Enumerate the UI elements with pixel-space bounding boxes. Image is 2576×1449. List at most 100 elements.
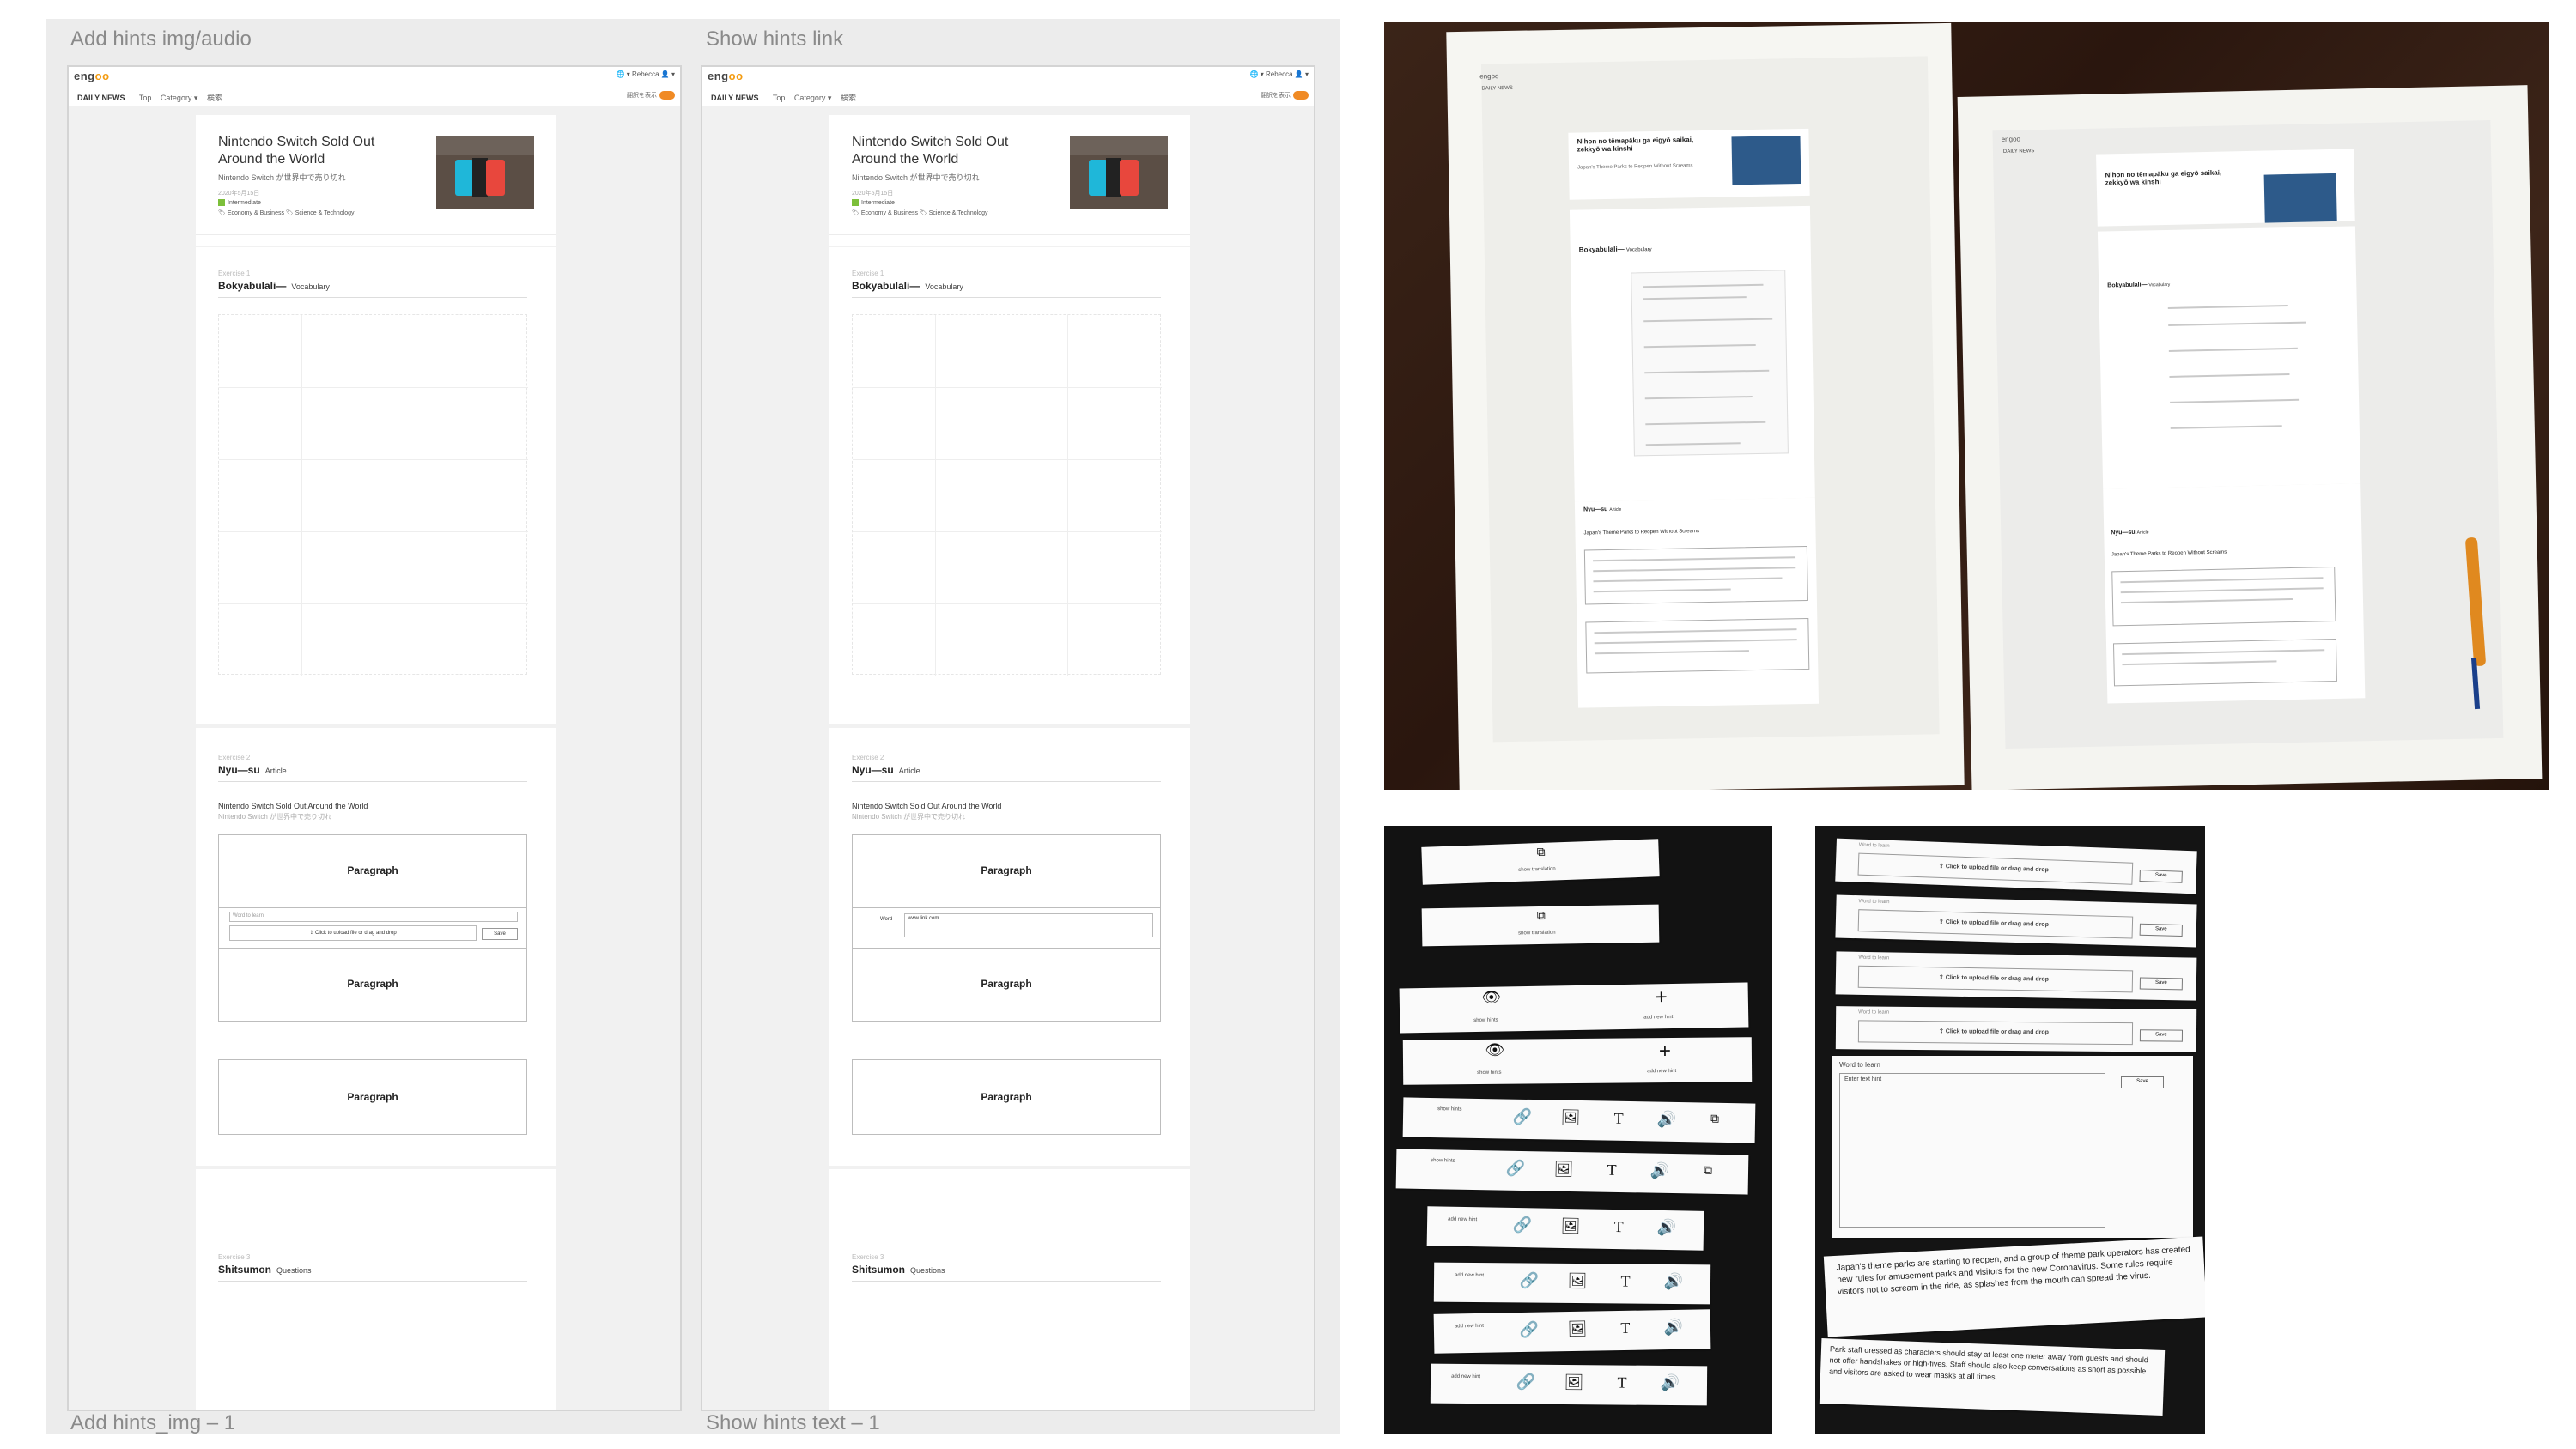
- text-icon: T: [1607, 1161, 1617, 1179]
- paragraph-block[interactable]: Paragraph: [218, 948, 527, 1022]
- exercise-label: Exercise 1: [218, 270, 251, 277]
- audio-icon: 🔊: [1663, 1272, 1684, 1291]
- user-menu[interactable]: 🌐 ▾ Rebecca 👤 ▾: [617, 70, 675, 78]
- frame-add-hints[interactable]: engoo 🌐 ▾ Rebecca 👤 ▾ DAILY NEWS Top Cat…: [67, 65, 682, 1411]
- strip-upload: Word to learn ⇪ Click to upload file or …: [1835, 951, 2197, 1001]
- paper-news-head: Nyu—su Article: [2111, 529, 2149, 537]
- frame-show-hints[interactable]: engoo 🌐 ▾ Rebecca 👤 ▾ DAILY NEWS Top Cat…: [701, 65, 1315, 1411]
- site-header: engoo 🌐 ▾ Rebecca 👤 ▾ DAILY NEWS Top Cat…: [702, 67, 1314, 106]
- article-column: Nintendo Switch Sold Out Around the Worl…: [829, 115, 1190, 1410]
- image-icon: 🖼: [1553, 1160, 1574, 1179]
- frame-footer: Add hints_img – 1: [70, 1411, 236, 1434]
- article-title: Nintendo Switch Sold Out Around the Worl…: [218, 135, 375, 167]
- divider: [218, 781, 527, 782]
- text-icon: T: [1613, 1217, 1624, 1236]
- strip-text-hint: Word to learn Enter text hint Save: [1832, 1056, 2193, 1238]
- translation-toggle[interactable]: 翻訳を表示: [1261, 91, 1309, 100]
- article-tags[interactable]: 🏷 Economy & Business 🏷 Science & Technol…: [852, 209, 988, 216]
- news-headline: Nintendo Switch Sold Out Around the Worl…: [852, 802, 1002, 810]
- paper-vocab-head: Bokyabulali— Vocabulary: [1578, 245, 1652, 254]
- save-button[interactable]: Save: [482, 928, 518, 940]
- upload-dropzone[interactable]: ⇪ Click to upload file or drag and drop: [229, 925, 477, 941]
- article-subtitle: Nintendo Switch が世界中で売り切れ: [218, 173, 346, 182]
- exercise-label: Exercise 2: [852, 754, 884, 761]
- strip-show-add-hints: 👁 show hints + add new hint: [1402, 1037, 1753, 1085]
- image-icon: 🖼: [1567, 1271, 1588, 1290]
- strip-upload: Word to learn ⇪ Click to upload file or …: [1835, 1006, 2197, 1052]
- level-badge: Intermediate: [852, 199, 895, 206]
- divider: [852, 297, 1161, 298]
- link-input[interactable]: www.link.com: [904, 913, 1153, 937]
- translation-toggle[interactable]: 翻訳を表示: [627, 91, 675, 100]
- strip-show-translation: ⧉ show translation: [1421, 904, 1660, 947]
- main-nav: DAILY NEWS Top Category ▾ 検索: [77, 92, 229, 103]
- text-icon: T: [1613, 1109, 1624, 1127]
- strip-upload: Word to learn ⇪ Click to upload file or …: [1835, 838, 2197, 894]
- article-header: Nintendo Switch Sold Out Around the Worl…: [196, 115, 556, 235]
- strip-show-translation: ⧉ show translation: [1421, 839, 1660, 885]
- site-logo[interactable]: engoo: [74, 70, 110, 82]
- paragraph-block[interactable]: Paragraph: [218, 1059, 527, 1135]
- paragraph-block[interactable]: Paragraph: [852, 1059, 1161, 1135]
- article-header: Nintendo Switch Sold Out Around the Worl…: [829, 115, 1190, 235]
- user-menu[interactable]: 🌐 ▾ Rebecca 👤 ▾: [1250, 70, 1309, 78]
- paper-title: Nihon no tēmapāku ga eigyō saikai, zekky…: [1577, 136, 1694, 154]
- toggle-switch[interactable]: [659, 91, 675, 100]
- frame-title: Show hints link: [706, 27, 844, 51]
- save-button: Save: [2139, 977, 2183, 991]
- link-icon: 🔗: [1512, 1107, 1533, 1126]
- exercise-label: Exercise 3: [218, 1253, 251, 1261]
- exercise-heading: Shitsumon Questions: [218, 1264, 312, 1276]
- news-headline-jp: Nintendo Switch が世界中で売り切れ: [218, 813, 332, 821]
- link-icon: 🔗: [1516, 1373, 1536, 1391]
- article-tags[interactable]: 🏷 Economy & Business 🏷 Science & Technol…: [218, 209, 355, 216]
- main-nav: DAILY NEWS Top Category ▾ 検索: [711, 92, 863, 103]
- nav-item-search[interactable]: 検索: [841, 94, 856, 102]
- audio-icon: 🔊: [1656, 1218, 1677, 1237]
- article-thumbnail: [436, 136, 534, 209]
- exercise-label: Exercise 3: [852, 1253, 884, 1261]
- nav-item-top[interactable]: Top: [773, 94, 786, 102]
- level-icon: [218, 199, 225, 206]
- paragraph-block[interactable]: Paragraph: [218, 834, 527, 908]
- exercise-heading: Nyu—su Article: [852, 764, 920, 776]
- article-subtitle: Nintendo Switch が世界中で売り切れ: [852, 173, 980, 182]
- article-date: 2020年5月15日: [218, 191, 260, 197]
- save-button: Save: [2139, 1029, 2184, 1042]
- upload-icon: ⇪: [1938, 974, 1946, 981]
- image-icon: 🖼: [1564, 1373, 1584, 1391]
- save-button: Save: [2139, 923, 2183, 937]
- paper-nav: DAILY NEWS: [2002, 149, 2035, 155]
- audio-icon: 🔊: [1663, 1318, 1684, 1337]
- nav-item-top[interactable]: Top: [139, 94, 152, 102]
- strip-hint-types: show hints 🔗 🖼 T 🔊 ⧉: [1395, 1149, 1749, 1195]
- site-logo[interactable]: engoo: [708, 70, 744, 82]
- nav-brand[interactable]: DAILY NEWS: [711, 94, 759, 102]
- link-icon: 🔗: [1519, 1320, 1540, 1339]
- divider: [218, 1281, 527, 1282]
- word-input[interactable]: Word to learn: [229, 912, 518, 922]
- toggle-switch[interactable]: [1293, 91, 1309, 100]
- hint-upload-row: Word to learn ⇪ Click to upload file or …: [218, 908, 527, 948]
- nav-item-search[interactable]: 検索: [207, 94, 222, 102]
- paragraph-block[interactable]: Paragraph: [852, 948, 1161, 1022]
- paragraph-block[interactable]: Paragraph: [852, 834, 1161, 908]
- divider: [218, 297, 527, 298]
- vocabulary-grid: [218, 314, 528, 676]
- nav-item-category[interactable]: Category ▾: [161, 94, 198, 102]
- upload-strips-photo: Word to learn ⇪ Click to upload file or …: [1815, 826, 2205, 1434]
- audio-icon: 🔊: [1660, 1373, 1680, 1392]
- plus-icon: +: [1655, 985, 1668, 1009]
- strip-add-hint-types: add new hint 🔗 🖼 T 🔊: [1426, 1206, 1704, 1251]
- nav-brand[interactable]: DAILY NEWS: [77, 94, 125, 102]
- link-icon: 🔗: [1505, 1159, 1526, 1178]
- paper-sheet: engoo DAILY NEWS Nihon no tēmapāku ga ei…: [1446, 22, 1965, 790]
- divider: [852, 1281, 1161, 1282]
- level-icon: [852, 199, 859, 206]
- upload-icon: ⇪: [309, 931, 315, 936]
- upload-icon: ⇪: [1938, 919, 1946, 925]
- nav-item-category[interactable]: Category ▾: [794, 94, 832, 102]
- text-icon: T: [1620, 1272, 1631, 1290]
- strip-paragraph: Japan's theme parks are starting to reop…: [1823, 1236, 2205, 1337]
- strip-show-add-hints: 👁 show hints + add new hint: [1399, 982, 1749, 1034]
